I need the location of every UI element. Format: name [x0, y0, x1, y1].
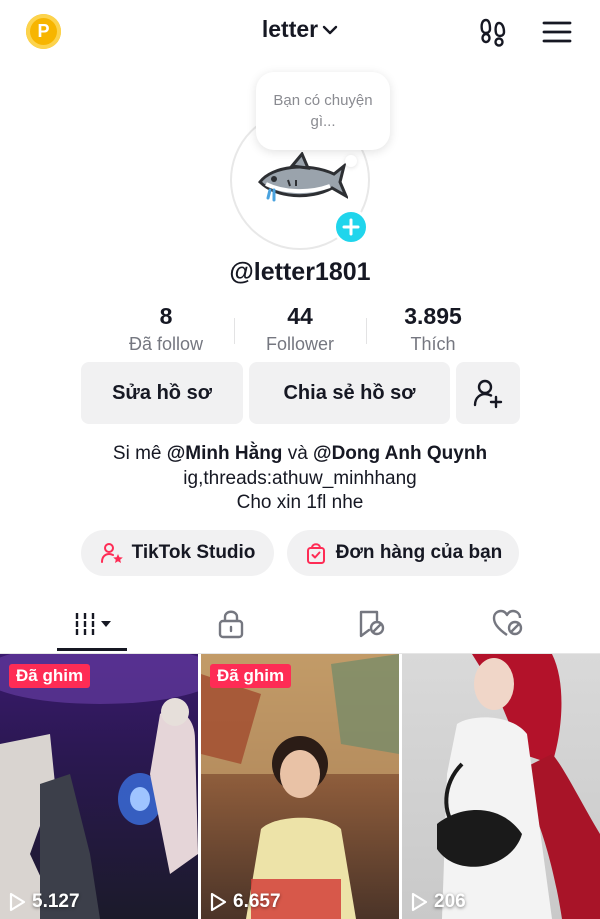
play-icon [9, 892, 26, 912]
tab-private[interactable] [201, 604, 261, 644]
bio-text: Si mê [112, 443, 162, 464]
content-tabs [0, 596, 600, 654]
bio-line-2: ig,threads:athuw_minhhang [183, 468, 417, 489]
orders-label: Đơn hàng của bạn [335, 542, 503, 563]
pinned-badge: Đã ghim [9, 664, 91, 688]
liked-icon [492, 609, 523, 636]
footprints-icon[interactable] [477, 16, 509, 48]
stat-followers[interactable]: 44 Follower [235, 302, 365, 355]
status-bubble-text: Bạn có chuyện gì... [273, 92, 373, 130]
tab-reposts[interactable] [341, 604, 401, 644]
video-thumbnail[interactable]: Đã ghim 5.127 [0, 654, 198, 919]
add-user-icon [473, 379, 503, 409]
stat-divider [366, 318, 367, 344]
bio-text: và [287, 443, 308, 464]
bio-mention[interactable]: @Dong Anh Quynh [313, 443, 487, 464]
view-count: 206 [410, 891, 466, 913]
stat-following[interactable]: 8 Đã follow [101, 302, 231, 355]
account-switcher[interactable]: letter [0, 16, 600, 43]
view-count: 5.127 [8, 891, 80, 913]
stat-label: Đã follow [128, 334, 204, 354]
stat-value: 3.895 [404, 303, 462, 329]
chevron-down-icon [322, 25, 338, 34]
video-preview-image [0, 654, 198, 919]
video-preview-image [437, 654, 600, 919]
stat-label: Thích [410, 334, 456, 354]
video-thumbnail[interactable]: 206 [402, 654, 600, 919]
view-count-value: 6.657 [233, 891, 281, 912]
plus-icon [342, 218, 360, 236]
tab-liked[interactable] [478, 604, 538, 644]
tiktok-studio-button[interactable]: TikTok Studio [81, 530, 274, 576]
pinned-badge: Đã ghim [210, 664, 292, 688]
active-tab-indicator [57, 648, 127, 651]
share-profile-label: Chia sẻ hồ sơ [283, 381, 416, 404]
add-story-button[interactable] [333, 209, 369, 245]
play-icon [411, 892, 428, 912]
edit-profile-label: Sửa hồ sơ [112, 381, 212, 404]
add-friend-button[interactable] [456, 362, 520, 424]
status-bubble[interactable]: Bạn có chuyện gì... [256, 72, 390, 150]
shark-avatar-icon [258, 152, 348, 202]
tagged-icon [359, 610, 385, 638]
bubble-tail [345, 155, 357, 167]
view-count-value: 206 [434, 891, 466, 912]
creator-star-icon [100, 543, 123, 563]
username: @letter1801 [229, 258, 371, 286]
stat-label: Follower [265, 334, 335, 354]
lock-icon [218, 610, 244, 639]
share-profile-button[interactable]: Chia sẻ hồ sơ [249, 362, 450, 424]
shopping-bag-icon [306, 543, 325, 564]
bio-mention[interactable]: @Minh Hằng [167, 443, 283, 464]
profile-header: P letter [0, 0, 600, 64]
video-preview-image [201, 654, 399, 919]
stat-value: 44 [287, 303, 313, 329]
bio-line-3: Cho xin 1fl nhe [236, 492, 364, 513]
edit-profile-button[interactable]: Sửa hồ sơ [81, 362, 243, 424]
stat-value: 8 [159, 303, 173, 329]
page-title: letter [261, 16, 319, 42]
stat-likes[interactable]: 3.895 Thích [368, 302, 498, 355]
view-count-value: 5.127 [32, 891, 80, 912]
orders-button[interactable]: Đơn hàng của bạn [287, 530, 519, 576]
tiktok-studio-label: TikTok Studio [131, 542, 256, 563]
videos-grid-icon [75, 613, 111, 635]
video-thumbnail[interactable]: Đã ghim 6.657 [201, 654, 399, 919]
view-count: 6.657 [209, 891, 281, 913]
bio-line-1: Si mê @Minh Hằng và @Dong Anh Quynh [0, 442, 600, 466]
tab-videos[interactable] [62, 604, 122, 644]
menu-icon[interactable] [541, 16, 573, 48]
play-icon [210, 892, 227, 912]
